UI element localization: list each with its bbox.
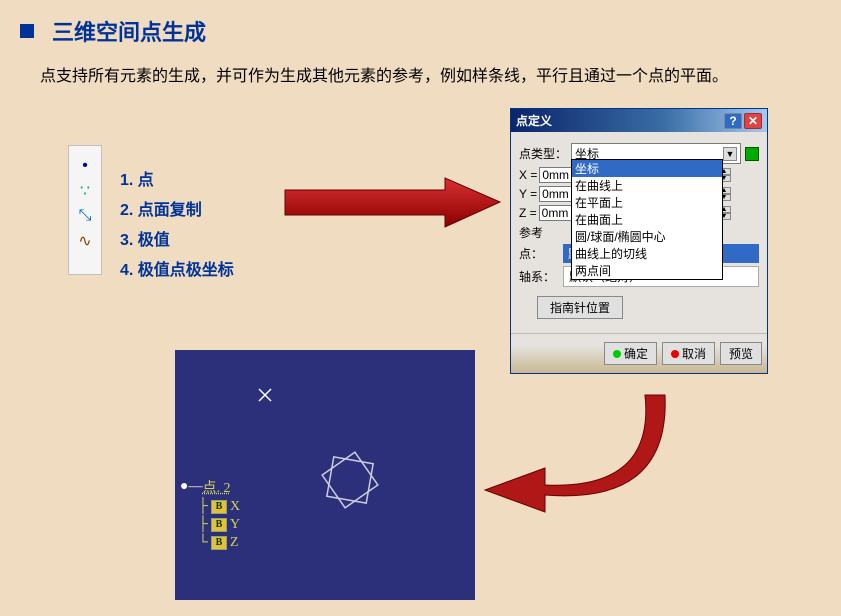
option-center[interactable]: 圆/球面/椭圆中心 — [572, 228, 722, 245]
body-text: 点支持所有元素的生成，并可作为生成其他元素的参考，例如样条线，平行且通过一个点的… — [0, 57, 841, 102]
tree-node-icon[interactable]: ●— — [180, 479, 202, 495]
option-onsurface[interactable]: 在曲面上 — [572, 211, 722, 228]
y-label: Y = — [519, 187, 537, 201]
cancel-button[interactable]: 取消 — [662, 342, 715, 365]
param-icon: B — [211, 536, 227, 550]
type-label: 点类型： — [519, 145, 571, 162]
option-tangent[interactable]: 曲线上的切线 — [572, 245, 722, 262]
viz-3d-view[interactable]: ●— 点. 2 ├B X ├B Y └B Z — [175, 350, 475, 600]
dialog-title: 点定义 — [516, 112, 722, 129]
axis-label: 轴系： — [519, 268, 559, 285]
type-dropdown[interactable]: 坐标 ▼ 坐标 在曲线上 在平面上 在曲面上 圆/球面/椭圆中心 曲线上的切线 … — [571, 143, 741, 164]
y-input[interactable]: 0mm — [539, 186, 572, 202]
spec-tree: ●— 点. 2 ├B X ├B Y └B Z — [180, 475, 240, 553]
tree-x[interactable]: X — [230, 499, 240, 515]
tool-point-icon[interactable]: • — [69, 157, 101, 175]
option-coord[interactable]: 坐标 — [572, 160, 722, 177]
green-led-icon — [613, 350, 621, 358]
arrow-right-icon — [275, 175, 505, 230]
tree-y[interactable]: Y — [230, 517, 240, 533]
toolbar-vertical: • ∵ ⤡ ∿ — [68, 145, 102, 275]
compass-button[interactable]: 指南针位置 — [537, 296, 623, 319]
preview-button[interactable]: 预览 — [720, 342, 762, 365]
viz-star-icon — [315, 445, 385, 515]
x-input[interactable]: 0mm — [539, 167, 572, 183]
list-item-2: 2. 点面复制 — [120, 196, 234, 220]
type-dropdown-list: 坐标 在曲线上 在平面上 在曲面上 圆/球面/椭圆中心 曲线上的切线 两点间 — [571, 159, 723, 280]
chevron-down-icon[interactable]: ▼ — [723, 147, 737, 161]
point-label: 点： — [519, 245, 559, 262]
x-label: X = — [519, 168, 537, 182]
tree-root[interactable]: 点. 2 — [202, 477, 230, 497]
list-section: 1. 点 2. 点面复制 3. 极值 4. 极值点极坐标 — [120, 160, 234, 286]
tree-z[interactable]: Z — [230, 535, 239, 551]
z-input[interactable]: 0mm — [539, 205, 572, 221]
param-icon: B — [211, 500, 227, 514]
ok-button[interactable]: 确定 — [604, 342, 657, 365]
page-title: 三维空间点生成 — [52, 15, 206, 47]
help-icon[interactable]: ? — [724, 113, 742, 129]
list-item-1: 1. 点 — [120, 166, 234, 190]
point-definition-dialog: 点定义 ? ✕ 点类型： 坐标 ▼ 坐标 在曲线上 在平面上 在曲面上 圆/球面… — [510, 108, 768, 374]
z-label: Z = — [519, 206, 537, 220]
tool-extreme-icon[interactable]: ⤡ — [69, 207, 101, 225]
list-item-4: 4. 极值点极坐标 — [120, 256, 234, 280]
arrow-curve-icon — [465, 390, 675, 540]
param-icon: B — [211, 518, 227, 532]
option-between[interactable]: 两点间 — [572, 262, 722, 279]
picker-icon[interactable] — [745, 147, 759, 161]
tool-polar-icon[interactable]: ∿ — [69, 231, 101, 251]
header-bullet — [20, 24, 34, 38]
list-item-3: 3. 极值 — [120, 226, 234, 250]
dialog-titlebar[interactable]: 点定义 ? ✕ — [511, 109, 767, 132]
ref-label: 参考 — [519, 224, 543, 241]
option-oncurve[interactable]: 在曲线上 — [572, 177, 722, 194]
close-icon[interactable]: ✕ — [744, 113, 762, 129]
red-led-icon — [671, 350, 679, 358]
viz-cross-icon — [255, 385, 275, 405]
option-onplane[interactable]: 在平面上 — [572, 194, 722, 211]
tool-copy-icon[interactable]: ∵ — [69, 181, 101, 201]
